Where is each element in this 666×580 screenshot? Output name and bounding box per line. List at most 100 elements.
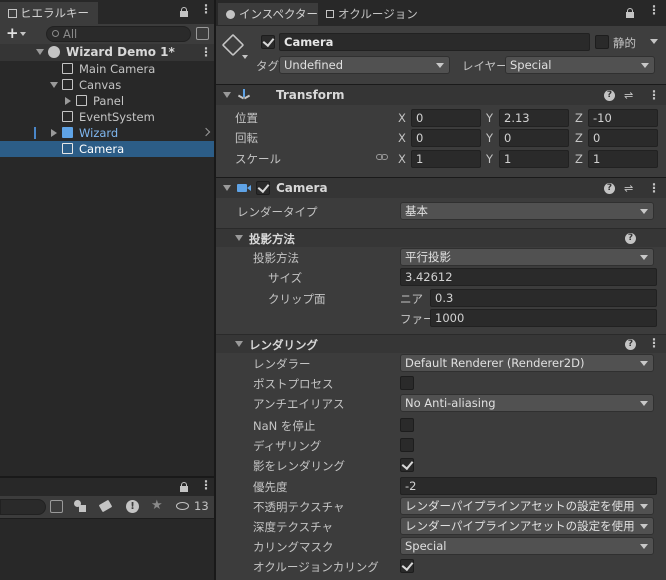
gameobject-icon — [62, 63, 73, 74]
project-toolbar: ! ★ 13 — [0, 496, 214, 518]
list-item-selected[interactable]: Camera — [0, 141, 214, 157]
tab-occlusion[interactable]: オクルージョン — [326, 3, 418, 25]
star-icon[interactable]: ★ — [151, 498, 163, 513]
warning-icon[interactable]: ! — [126, 500, 139, 513]
rendering-foldout-icon[interactable] — [235, 341, 243, 347]
position-z-field[interactable]: -10 — [588, 109, 658, 127]
static-dropdown-caret[interactable] — [650, 39, 658, 44]
object-name-input[interactable]: Camera — [279, 33, 590, 51]
search-options-icon[interactable] — [196, 27, 209, 40]
layer-dropdown[interactable]: Special — [505, 56, 655, 74]
rendering-section-title: レンダリング — [249, 338, 318, 352]
inspector-menu-icon[interactable]: ⋮ — [648, 4, 660, 16]
post-processing-checkbox[interactable] — [400, 376, 414, 390]
scale-y-field[interactable]: 1 — [499, 150, 569, 168]
list-item[interactable]: Panel — [0, 93, 214, 109]
transform-menu-icon[interactable]: ⋮ — [648, 89, 660, 101]
tag-value: Undefined — [284, 58, 343, 72]
list-item[interactable]: Canvas — [0, 77, 214, 93]
lock-icon[interactable] — [180, 7, 188, 17]
search-options-icon[interactable] — [50, 500, 63, 513]
list-item[interactable]: Wizard — [0, 125, 214, 141]
help-icon[interactable]: ? — [625, 339, 636, 350]
icon-dropdown-caret[interactable] — [242, 55, 248, 59]
rotation-z-field[interactable]: 0 — [588, 129, 658, 147]
list-item-label: Camera — [79, 142, 125, 156]
project-menu-icon[interactable]: ⋮ — [200, 479, 212, 491]
scale-x-field[interactable]: 1 — [411, 150, 481, 168]
projection-foldout-icon[interactable] — [235, 235, 243, 241]
preset-icon[interactable]: ⇌ — [624, 182, 633, 195]
scene-row[interactable]: Wizard Demo 1* ⋮ — [0, 44, 214, 61]
chevron-down-icon — [20, 32, 26, 36]
render-shadows-checkbox[interactable] — [400, 458, 414, 472]
camera-header[interactable]: Camera ? ⇌ ⋮ — [216, 177, 666, 198]
near-field[interactable]: 0.3 — [430, 289, 657, 307]
position-x-field[interactable]: 0 — [411, 109, 481, 127]
position-y-field[interactable]: 2.13 — [499, 109, 569, 127]
transform-header[interactable]: Transform ? ⇌ ⋮ — [216, 84, 666, 105]
gameobject-icon — [62, 111, 73, 122]
rotation-x-field[interactable]: 0 — [411, 129, 481, 147]
priority-field[interactable]: -2 — [400, 477, 657, 495]
camera-lens-icon — [247, 185, 251, 191]
scale-z-field[interactable]: 1 — [588, 150, 658, 168]
projection-section-header[interactable]: 投影方法 ? — [216, 228, 666, 247]
chevron-down-icon — [640, 209, 648, 214]
panel-foldout-icon[interactable] — [65, 97, 71, 105]
preset-icon[interactable]: ⇌ — [624, 89, 633, 102]
filter-type-icon[interactable] — [74, 500, 87, 513]
camera-foldout-icon[interactable] — [223, 185, 231, 191]
projection-dropdown[interactable]: 平行投影 — [400, 248, 654, 266]
list-item[interactable]: EventSystem — [0, 109, 214, 125]
project-lock-icon[interactable] — [180, 482, 188, 492]
camera-enabled-checkbox[interactable] — [256, 181, 270, 195]
rendering-section-header[interactable]: レンダリング ? ⋮ — [216, 334, 666, 353]
camera-menu-icon[interactable]: ⋮ — [648, 182, 660, 194]
rotation-y-field[interactable]: 0 — [499, 129, 569, 147]
active-checkbox[interactable] — [261, 35, 275, 49]
hierarchy-toolbar: + All — [0, 24, 214, 44]
static-checkbox[interactable] — [595, 35, 609, 49]
gameobject-large-icon[interactable] — [221, 33, 245, 57]
wizard-foldout-icon[interactable] — [51, 129, 57, 137]
position-x-axis: X — [398, 111, 406, 125]
tab-inspector[interactable]: インスペクター — [218, 3, 318, 25]
scene-foldout-icon[interactable] — [36, 49, 44, 55]
dithering-checkbox[interactable] — [400, 438, 414, 452]
canvas-foldout-icon[interactable] — [50, 82, 58, 88]
transform-foldout-icon[interactable] — [223, 92, 231, 98]
hidden-eye-icon[interactable] — [176, 502, 189, 510]
chevron-right-icon[interactable] — [201, 127, 211, 137]
rotation-z-axis: Z — [575, 131, 583, 145]
link-icon[interactable] — [376, 154, 389, 161]
label-icon[interactable] — [98, 499, 113, 513]
depth-texture-dropdown[interactable]: レンダーパイプラインアセットの設定を使用 — [400, 517, 654, 535]
renderer-dropdown[interactable]: Default Renderer (Renderer2D) — [400, 354, 654, 372]
project-search-input[interactable] — [0, 499, 46, 515]
help-icon[interactable]: ? — [625, 233, 636, 244]
selection-marker — [34, 127, 36, 139]
rendering-menu-icon[interactable]: ⋮ — [648, 337, 660, 349]
anti-aliasing-dropdown[interactable]: No Anti-aliasing — [400, 394, 654, 412]
list-item[interactable]: Main Camera — [0, 61, 214, 77]
render-type-dropdown[interactable]: 基本 — [400, 202, 654, 220]
scene-menu-icon[interactable]: ⋮ — [200, 46, 212, 58]
scale-x-axis: X — [398, 152, 406, 166]
opaque-texture-dropdown[interactable]: レンダーパイプラインアセットの設定を使用 — [400, 497, 654, 515]
hierarchy-menu-icon[interactable]: ⋮ — [200, 3, 212, 15]
help-icon[interactable]: ? — [604, 90, 615, 101]
far-field[interactable]: 1000 — [430, 309, 657, 327]
culling-mask-dropdown[interactable]: Special — [400, 537, 654, 555]
list-item-label: Main Camera — [79, 62, 156, 76]
occlusion-culling-checkbox[interactable] — [400, 559, 414, 573]
hierarchy-search-input[interactable]: All — [46, 26, 191, 42]
stop-nan-checkbox[interactable] — [400, 418, 414, 432]
size-field[interactable]: 3.42612 — [400, 268, 657, 286]
inspector-lock-icon[interactable] — [626, 8, 634, 18]
help-icon[interactable]: ? — [604, 183, 615, 194]
tag-dropdown[interactable]: Undefined — [279, 56, 450, 74]
near-label: ニア — [400, 292, 423, 306]
add-button[interactable]: + — [6, 24, 34, 44]
hierarchy-tab[interactable]: ヒエラルキー — [0, 2, 98, 24]
